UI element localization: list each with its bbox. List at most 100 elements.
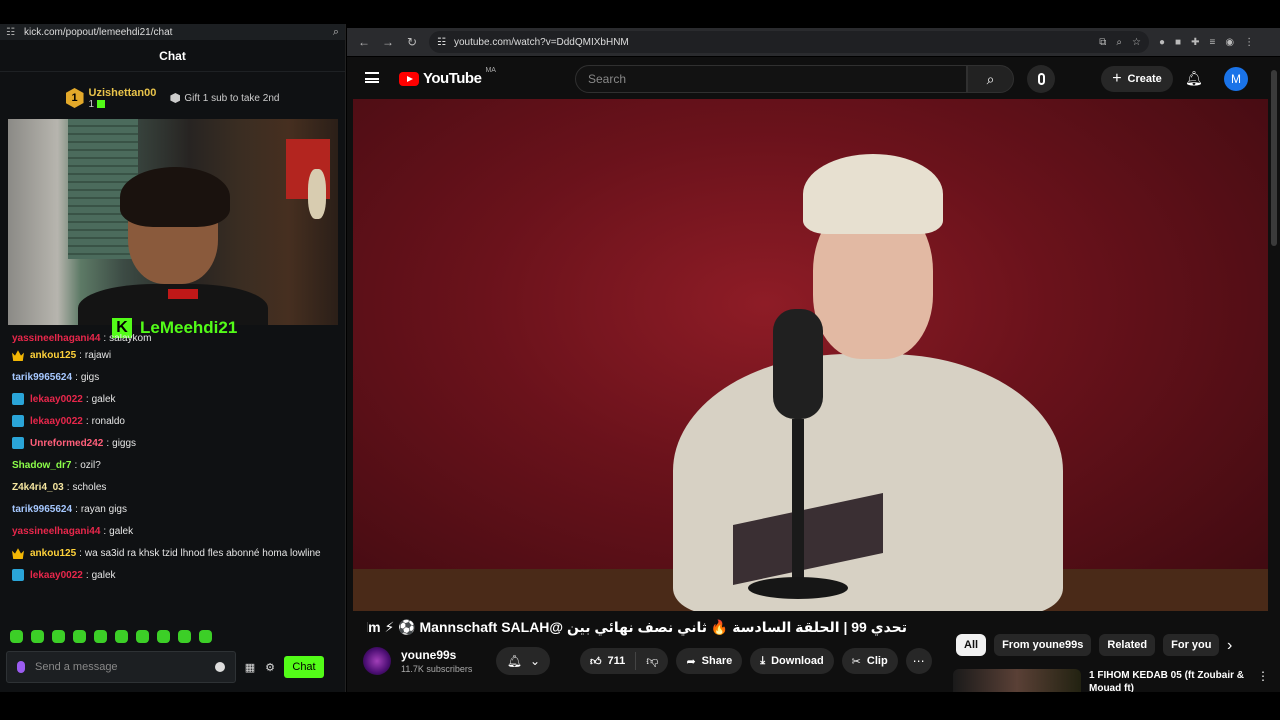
extension-icon[interactable]: ■ <box>1175 37 1181 48</box>
menu-icon[interactable] <box>365 72 379 83</box>
mic-icon[interactable] <box>17 661 25 673</box>
extensions-area: ● ■ ✚ ≡ ◉ ⋮ <box>1159 37 1254 48</box>
chat-text: wa sa3id ra khsk tzid lhnod fles abonné … <box>84 547 321 559</box>
chat-username[interactable]: ankou125 <box>30 350 76 361</box>
clip-button[interactable]: ✂ Clip <box>841 648 898 674</box>
chip-all[interactable]: All <box>956 634 987 656</box>
emote-icon[interactable] <box>199 630 212 643</box>
chip-from-youne99s[interactable]: From youne99s <box>994 634 1092 656</box>
message-input[interactable]: Send a message <box>6 651 236 683</box>
bookmark-star-icon[interactable]: ☆ <box>1132 37 1141 48</box>
recommended-title[interactable]: 1 FIHOM KEDAB 05 (ft Zoubair & Mouad ft) <box>1089 669 1249 692</box>
kebab-menu-icon[interactable]: ⋮ <box>1244 37 1254 48</box>
chat-username[interactable]: tarik9965624 <box>12 372 72 383</box>
emoji-icon[interactable] <box>215 662 225 672</box>
search-button[interactable]: ⌕ <box>967 65 1014 93</box>
chat-username[interactable]: lekaay0022 <box>30 394 83 405</box>
emote-icon[interactable] <box>178 630 191 643</box>
search-icon: ⌕ <box>986 70 995 87</box>
chat-messages: yassineelhagani44: salaykom ankou125: rajaw… <box>0 334 346 586</box>
notifications-bell-icon[interactable]: 🔔︎ <box>1185 70 1203 86</box>
emote-icon[interactable] <box>94 630 107 643</box>
chat-username[interactable]: lekaay0022 <box>30 416 83 427</box>
profile-icon[interactable]: ◉ <box>1225 37 1234 48</box>
back-icon[interactable]: ← <box>357 35 371 49</box>
subscriber-badge-icon <box>12 415 24 427</box>
chat-text: galek <box>109 525 134 537</box>
account-avatar[interactable]: M <box>1224 67 1248 91</box>
address-text: youtube.com/watch?v=DddQMIXbHNM <box>453 36 629 48</box>
media-icon[interactable]: ≡ <box>1209 37 1215 48</box>
recommended-thumbnail[interactable] <box>953 669 1081 692</box>
forward-icon[interactable]: → <box>381 35 395 49</box>
chevron-right-icon[interactable]: › <box>1227 637 1232 655</box>
scrollbar[interactable] <box>1271 70 1277 246</box>
video-player[interactable] <box>353 99 1268 611</box>
leader-count-value: 1 <box>88 98 95 110</box>
kebab-menu-icon[interactable]: ⋮ <box>1257 669 1269 692</box>
emote-icon[interactable] <box>157 630 170 643</box>
video-actions: 👍︎ 711 👎︎ ➦ Share ⤓ Download ✂ Clip ⋯ <box>580 648 932 674</box>
chat-username[interactable]: tarik9965624 <box>12 504 72 515</box>
streamer-webcam <box>8 119 338 325</box>
subscriber-badge-icon <box>12 437 24 449</box>
emote-icon[interactable] <box>31 630 44 643</box>
chat-username[interactable]: Z4k4ri4_03 <box>12 482 64 493</box>
site-info-icon[interactable]: ☷ <box>6 27 18 38</box>
recommendation-chips: All From youne99s Related For you <box>956 634 1220 656</box>
like-count: 711 <box>607 655 626 667</box>
kick-url-text: kick.com/popout/lemeehdi21/chat <box>24 26 173 38</box>
puzzle-icon[interactable]: ✚ <box>1191 37 1199 48</box>
download-button[interactable]: ⤓ Download <box>750 648 834 674</box>
subscription-bell-button[interactable]: 🔔︎ ⌄ <box>496 647 551 675</box>
chat-separator: : <box>66 481 70 493</box>
chat-text: galek <box>91 569 116 581</box>
chat-username[interactable]: yassineelhagani44 <box>12 334 100 344</box>
search-input[interactable]: Search <box>575 65 967 93</box>
address-bar[interactable]: ☷ youtube.com/watch?v=DddQMIXbHNM ⧉ ⌕ ☆ <box>429 31 1149 53</box>
create-button[interactable]: + Create <box>1101 66 1173 92</box>
chat-username[interactable]: Unreformed242 <box>30 438 103 449</box>
install-icon[interactable]: ⧉ <box>1099 37 1106 48</box>
youtube-logo[interactable]: YouTube MA <box>399 67 496 87</box>
voice-search-button[interactable] <box>1027 65 1055 93</box>
like-button[interactable]: 👍︎ 711 <box>580 652 637 670</box>
leader-entry[interactable]: 1 Uzishettan00 1 <box>65 87 156 110</box>
gift-prompt[interactable]: Gift 1 sub to take 2nd <box>170 93 279 104</box>
emote-icon[interactable] <box>73 630 86 643</box>
settings-icon[interactable]: ⚙ <box>264 661 276 674</box>
chip-for-you[interactable]: For you <box>1163 634 1220 656</box>
bottom-bar <box>0 692 1280 720</box>
gift-icon <box>170 93 181 103</box>
chat-username[interactable]: lekaay0022 <box>30 570 83 581</box>
recommended-video[interactable]: 1 FIHOM KEDAB 05 (ft Zoubair & Mouad ft)… <box>953 669 1269 692</box>
channel-avatar[interactable] <box>363 647 391 675</box>
chat-username[interactable]: Shadow_dr7 <box>12 460 71 471</box>
emote-icon[interactable] <box>136 630 149 643</box>
site-info-icon[interactable]: ☷ <box>437 37 446 48</box>
chat-text: ronaldo <box>91 415 125 427</box>
reload-icon[interactable]: ↻ <box>405 35 419 49</box>
chat-header: Chat <box>0 40 345 72</box>
emote-icon[interactable] <box>52 630 65 643</box>
extension-icon[interactable]: ● <box>1159 37 1165 48</box>
channel-name[interactable]: youne99s <box>401 648 472 662</box>
chip-related[interactable]: Related <box>1099 634 1156 656</box>
send-chat-button[interactable]: Chat <box>284 656 324 678</box>
bell-icon: 🔔︎ <box>506 654 522 668</box>
chat-username[interactable]: ankou125 <box>30 548 76 559</box>
store-icon[interactable]: ▦ <box>244 661 256 674</box>
emote-icon[interactable] <box>115 630 128 643</box>
chat-text: galek <box>91 393 116 405</box>
mic-icon <box>1037 73 1045 85</box>
chat-separator: : <box>79 349 82 361</box>
chevron-down-icon: ⌄ <box>529 654 541 668</box>
zoom-icon[interactable]: ⌕ <box>1116 37 1122 48</box>
chat-username[interactable]: yassineelhagani44 <box>12 526 100 537</box>
share-button[interactable]: ➦ Share <box>676 648 743 674</box>
more-actions-button[interactable]: ⋯ <box>905 648 932 674</box>
zoom-icon[interactable]: ⌕ <box>333 26 339 39</box>
chat-separator: : <box>103 334 107 344</box>
emote-icon[interactable] <box>10 630 23 643</box>
dislike-button[interactable]: 👎︎ <box>636 654 668 669</box>
